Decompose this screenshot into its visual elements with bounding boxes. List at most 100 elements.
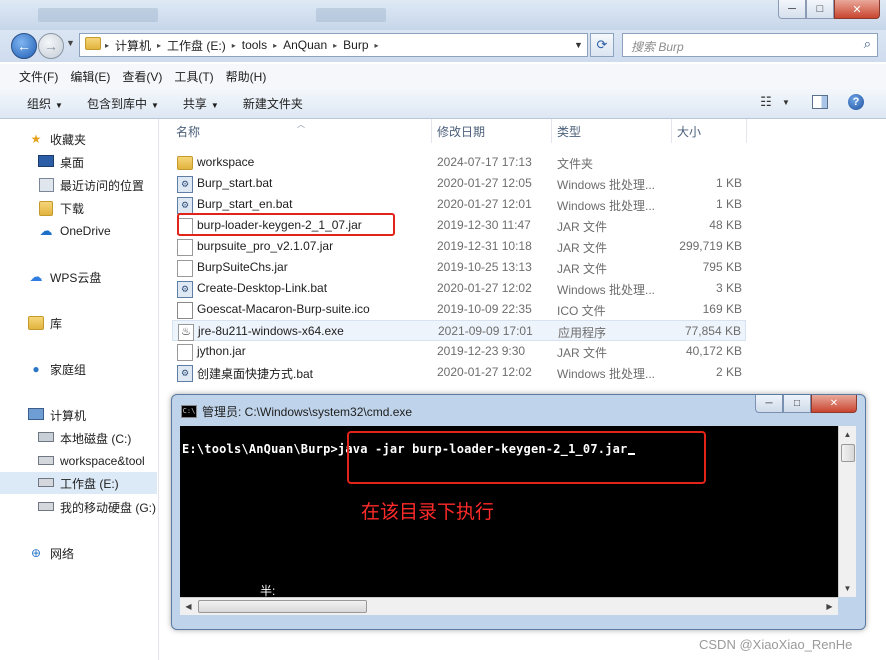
column-divider[interactable] (746, 119, 747, 143)
scroll-thumb-horizontal[interactable] (198, 600, 367, 613)
chevron-right-icon[interactable]: ▸ (103, 41, 111, 50)
console-output[interactable]: E:\tools\AnQuan\Burp>java -jar burp-load… (180, 426, 838, 598)
nav-drive-e[interactable]: 工作盘 (E:) (0, 472, 157, 494)
file-row[interactable]: ⚙ Burp_start_en.bat 2020-01-27 12:01 Window… (172, 194, 746, 215)
menu-edit[interactable]: 编辑(E) (64, 68, 116, 85)
column-header-size[interactable]: 大小 (677, 119, 701, 143)
minimize-button[interactable]: ─ (778, 0, 806, 19)
explorer-title-bar: ─ □ ✕ (0, 0, 886, 30)
batch-file-icon: ⚙ (177, 281, 193, 298)
file-type: Windows 批处理... (557, 178, 656, 192)
help-icon[interactable]: ? (845, 91, 867, 113)
nav-recent-label: 最近访问的位置 (60, 178, 145, 193)
column-divider[interactable] (671, 119, 672, 143)
cmd-close-button[interactable]: ✕ (811, 395, 857, 413)
cmd-maximize-button[interactable]: □ (783, 395, 811, 413)
nav-recent-places[interactable]: 最近访问的位置 (0, 174, 157, 196)
file-row[interactable]: ⚙ 创建桌面快捷方式.bat 2020-01-27 12:02 Windows 批处理… (172, 362, 746, 383)
file-row[interactable]: ⚙ Create-Desktop-Link.bat 2020-01-27 12:02… (172, 278, 746, 299)
maximize-button[interactable]: □ (806, 0, 834, 19)
nav-drive-g[interactable]: 我的移动硬盘 (G:) (0, 496, 157, 518)
nav-drive-workspace[interactable]: workspace&tool (0, 450, 157, 472)
search-icon[interactable]: ⌕ (864, 36, 871, 52)
file-size: 2 KB (715, 365, 742, 379)
close-button[interactable]: ✕ (834, 0, 880, 19)
chevron-right-icon[interactable]: ▸ (155, 41, 163, 50)
file-type: Windows 批处理... (557, 199, 656, 213)
nav-network[interactable]: ⊕ 网络 (0, 542, 157, 564)
recent-pages-dropdown[interactable]: ▼ (66, 38, 75, 48)
nav-onedrive[interactable]: ☁ OneDrive (0, 220, 157, 242)
scroll-up-arrow-icon[interactable]: ▲ (839, 426, 856, 443)
nav-computer[interactable]: 计算机 (0, 404, 157, 426)
column-header-modified[interactable]: 修改日期 (437, 119, 485, 143)
cmd-minimize-button[interactable]: ─ (755, 395, 783, 413)
menu-file[interactable]: 文件(F) (13, 68, 64, 85)
column-header-type[interactable]: 类型 (557, 119, 581, 143)
scroll-left-arrow-icon[interactable]: ◀ (180, 598, 197, 615)
breadcrumb-burp[interactable]: Burp (339, 38, 372, 52)
file-type: JAR 文件 (557, 220, 608, 234)
nav-favorites[interactable]: ★ 收藏夹 (0, 128, 157, 150)
view-options-icon[interactable]: ☷ (756, 91, 776, 113)
file-type: Windows 批处理... (557, 367, 656, 381)
share-button[interactable]: 共享 ▼ (171, 95, 231, 112)
nav-favorites-label: 收藏夹 (50, 132, 87, 147)
address-history-dropdown[interactable]: ▼ (574, 40, 583, 50)
view-options-dropdown[interactable]: ▼ (780, 91, 792, 113)
new-folder-button[interactable]: 新建文件夹 (231, 95, 315, 112)
file-date: 2019-12-30 11:47 (437, 218, 531, 232)
menu-tools[interactable]: 工具(T) (168, 68, 219, 85)
cmd-title-bar[interactable]: C:\ 管理员: C:\Windows\system32\cmd.exe ─ □… (172, 395, 865, 425)
file-row[interactable]: Goescat-Macaron-Burp-suite.ico 2019-10-09… (172, 299, 746, 320)
forward-button[interactable]: → (38, 33, 64, 59)
horizontal-scrollbar[interactable]: ◀ ▶ (180, 597, 838, 615)
breadcrumb-computer[interactable]: 计算机 (111, 37, 155, 54)
nav-libraries[interactable]: 库 (0, 312, 157, 334)
file-type: JAR 文件 (557, 346, 608, 360)
file-row[interactable]: workspace 2024-07-17 17:13 文件夹 (172, 152, 746, 173)
chevron-right-icon[interactable]: ▸ (331, 41, 339, 50)
breadcrumb-anquan[interactable]: AnQuan (279, 38, 331, 52)
scroll-down-arrow-icon[interactable]: ▼ (839, 580, 856, 597)
file-row[interactable]: ⚙ Burp_start.bat 2020-01-27 12:05 Windows 批… (172, 173, 746, 194)
cmd-window[interactable]: C:\ 管理员: C:\Windows\system32\cmd.exe ─ □… (171, 394, 866, 630)
include-in-library-button[interactable]: 包含到库中 ▼ (75, 95, 171, 112)
file-row[interactable]: burpsuite_pro_v2.1.07.jar 2019-12-31 10:1… (172, 236, 746, 257)
nav-desktop[interactable]: 桌面 (0, 151, 157, 173)
file-row[interactable]: jython.jar 2019-12-23 9:30 JAR 文件 40,172 KB (172, 341, 746, 362)
file-row[interactable]: BurpSuiteChs.jar 2019-10-25 13:13 JAR 文件 79… (172, 257, 746, 278)
menu-help[interactable]: 帮助(H) (220, 68, 273, 85)
vertical-scrollbar[interactable]: ▲ ▼ (838, 426, 856, 597)
column-divider[interactable] (551, 119, 552, 143)
search-input[interactable]: 搜索 Burp ⌕ (622, 33, 878, 57)
nav-homegroup[interactable]: ● 家庭组 (0, 358, 157, 380)
file-type: 文件夹 (557, 157, 594, 171)
file-row[interactable]: ♨ jre-8u211-windows-x64.exe 2021-09-09 17:… (172, 320, 746, 341)
navigation-pane: ★ 收藏夹 桌面 最近访问的位置 下载 ☁ OneDrive ☁ WPS云盘 库 ● 家… (0, 119, 159, 660)
organize-button[interactable]: 组织 ▼ (15, 95, 75, 112)
nav-downloads[interactable]: 下载 (0, 197, 157, 219)
system-drive-icon (38, 431, 54, 445)
column-divider[interactable] (431, 119, 432, 143)
chevron-right-icon[interactable]: ▸ (373, 41, 381, 50)
column-header-name[interactable]: 名称 (176, 119, 200, 143)
menu-view[interactable]: 查看(V) (116, 68, 168, 85)
background-tab-ghost (316, 8, 386, 22)
breadcrumb-tools[interactable]: tools (238, 38, 271, 52)
chevron-right-icon[interactable]: ▸ (271, 41, 279, 50)
address-bar[interactable]: ▸ 计算机 ▸ 工作盘 (E:) ▸ tools ▸ AnQuan ▸ Burp… (79, 33, 588, 57)
chevron-right-icon[interactable]: ▸ (230, 41, 238, 50)
include-in-library-label: 包含到库中 (86, 96, 147, 111)
nav-wps-cloud[interactable]: ☁ WPS云盘 (0, 266, 157, 288)
preview-pane-icon[interactable] (810, 91, 830, 113)
jar-file-icon (177, 344, 193, 361)
scroll-right-arrow-icon[interactable]: ▶ (821, 598, 838, 615)
back-button[interactable]: ← (11, 33, 37, 59)
file-date: 2020-01-27 12:01 (437, 197, 532, 211)
scroll-thumb[interactable] (841, 444, 855, 462)
breadcrumb-drive-e[interactable]: 工作盘 (E:) (163, 37, 230, 54)
library-icon (28, 316, 44, 330)
nav-drive-c[interactable]: 本地磁盘 (C:) (0, 427, 157, 449)
refresh-button[interactable]: ⟳ (590, 33, 614, 57)
